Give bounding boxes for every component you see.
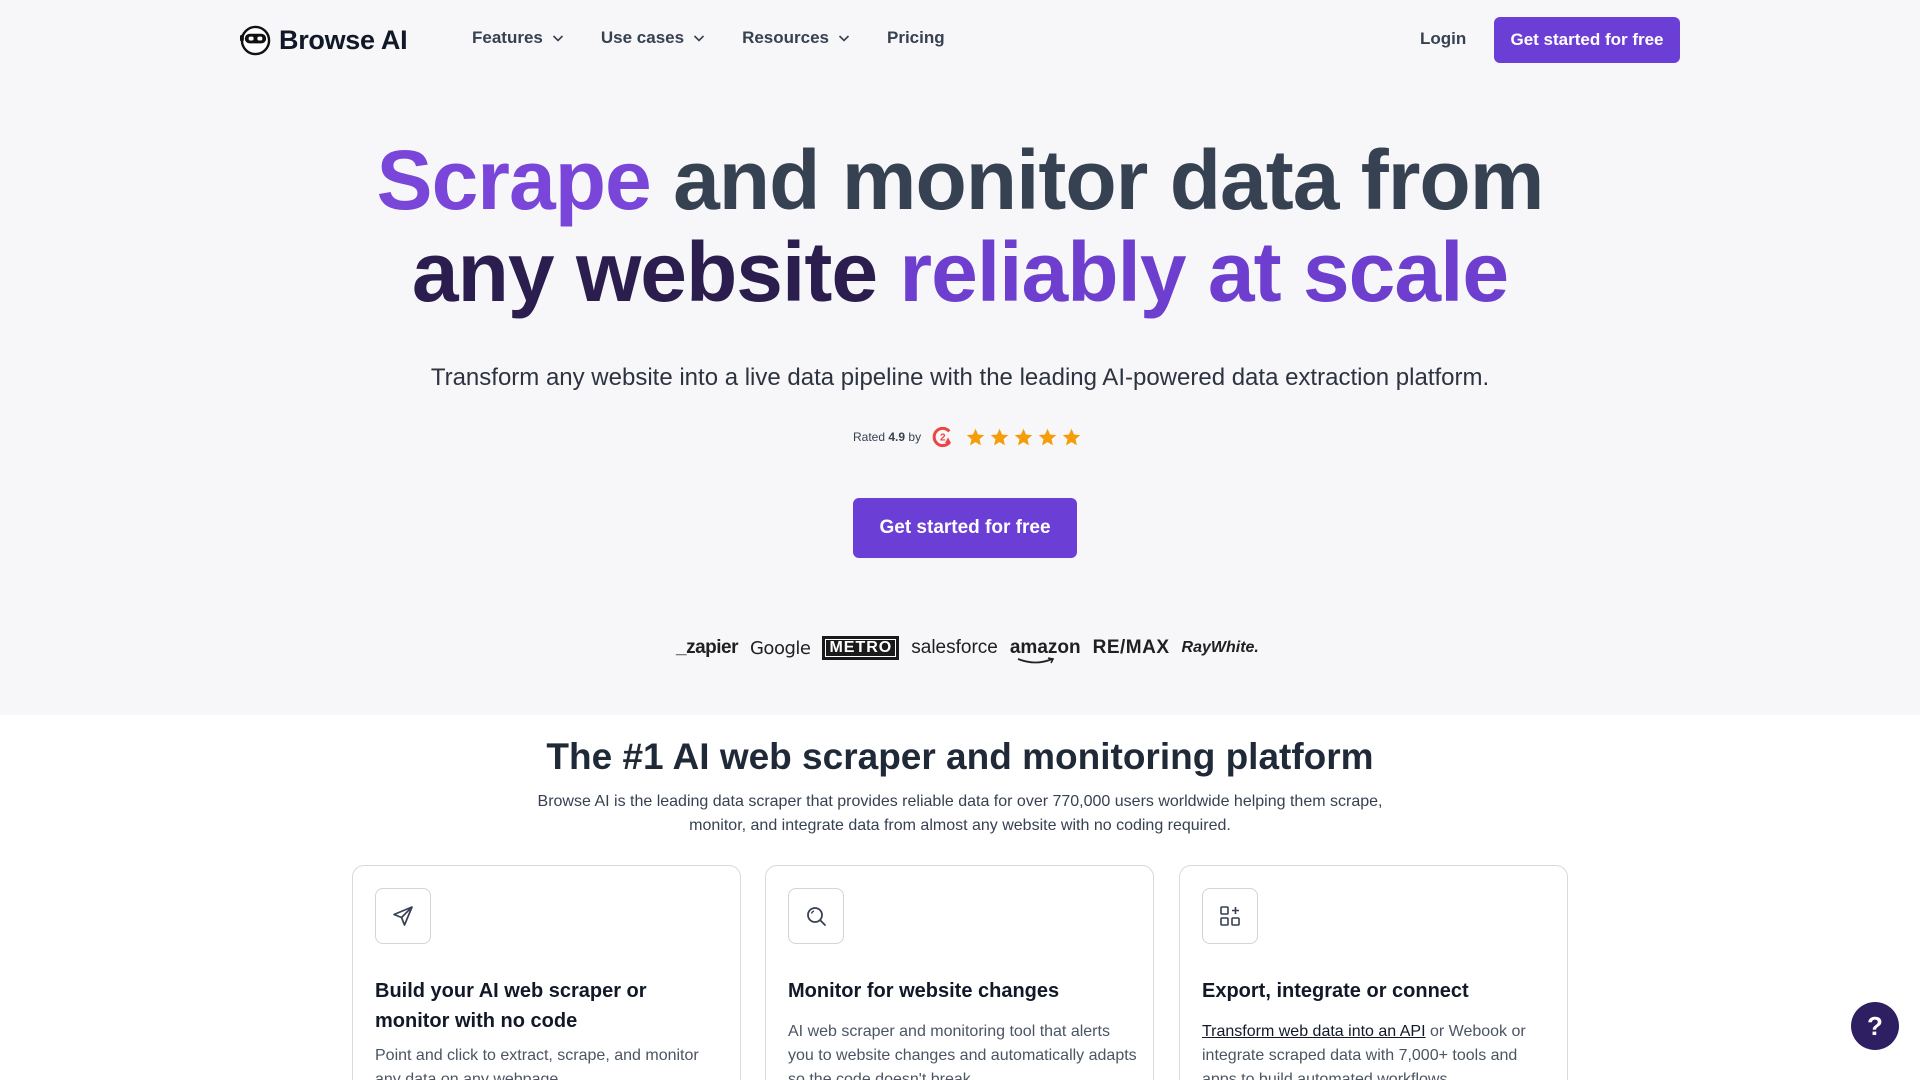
- card-body: Point and click to extract, scrape, and …: [375, 1047, 699, 1080]
- chevron-down-icon: [693, 35, 705, 42]
- svg-text:2: 2: [940, 433, 946, 444]
- top-navigation: Browse AI Features Use cases Resources P…: [0, 0, 1920, 80]
- chevron-down-icon: [552, 35, 563, 42]
- nav-item-label: Resources: [742, 28, 829, 47]
- section-title: The #1 AI web scraper and monitoring pla…: [546, 736, 1374, 777]
- customer-logos: _zapier Google METRO salesforce amazon R…: [676, 634, 1259, 664]
- remax-logo: RE/MAX: [1092, 637, 1170, 658]
- star-icon: [1062, 428, 1081, 445]
- star-rating: [965, 427, 1082, 448]
- card-icon-frame: [788, 888, 844, 944]
- salesforce-logo: salesforce: [911, 637, 998, 658]
- hero-headline: Scrape and monitor data from any website…: [0, 134, 1920, 318]
- login-link[interactable]: Login: [1420, 29, 1466, 49]
- amazon-smile-icon: [1017, 657, 1055, 664]
- card-title: Build your AI web scraper or monitor wit…: [375, 980, 647, 1032]
- integrate-icon: [1220, 906, 1240, 926]
- hero-subhead: Transform any website into a live data p…: [430, 364, 1490, 391]
- star-icon: [966, 428, 985, 445]
- g2-logo-icon: 2: [932, 426, 952, 448]
- card-icon-frame: [375, 888, 431, 944]
- headline-part-any-website: any website: [411, 225, 878, 319]
- g2-rating[interactable]: Rated 4.9 by 2: [853, 424, 1082, 450]
- zapier-logo: _zapier: [676, 637, 738, 658]
- robot-logo-icon: [240, 25, 271, 55]
- raywhite-logo: RayWhite.: [1181, 639, 1259, 656]
- nav-item-resources[interactable]: Resources: [742, 28, 851, 48]
- amazon-logo: amazon: [1010, 637, 1081, 664]
- send-icon: [393, 906, 413, 926]
- logo-text: Browse AI: [279, 24, 408, 55]
- star-icon: [1014, 428, 1033, 445]
- nav-item-label: Use cases: [600, 28, 685, 47]
- chevron-down-icon: [838, 35, 850, 42]
- headline-part-monitor: and monitor data from: [673, 133, 1544, 227]
- metro-logo: METRO: [822, 636, 900, 660]
- card-body: Transform web data into an API or Webook…: [1202, 1023, 1526, 1080]
- headline-part-scrape: Scrape: [376, 133, 652, 227]
- card-body: AI web scraper and monitoring tool that …: [788, 1023, 1137, 1080]
- api-link[interactable]: Transform web data into an API: [1202, 1023, 1426, 1040]
- hero-get-started-button[interactable]: Get started for free: [853, 498, 1077, 558]
- nav-item-label: Pricing: [887, 28, 945, 47]
- browse-ai-logo[interactable]: Browse AI: [240, 24, 408, 56]
- card-title: Export, integrate or connect: [1202, 980, 1469, 1002]
- feature-card-export[interactable]: Export, integrate or connect Transform w…: [1179, 865, 1568, 1080]
- hero-background: [0, 0, 1920, 715]
- feature-card-build[interactable]: Build your AI web scraper or monitor wit…: [352, 865, 741, 1080]
- nav-item-label: Features: [472, 28, 543, 47]
- nav-get-started-button[interactable]: Get started for free: [1494, 17, 1680, 63]
- nav-item-features[interactable]: Features: [472, 28, 565, 48]
- headline-part-reliably: reliably at scale: [899, 225, 1509, 319]
- search-icon: [807, 907, 826, 926]
- card-title: Monitor for website changes: [788, 980, 1060, 1002]
- section-description: Browse AI is the leading data scraper th…: [537, 793, 1383, 834]
- google-logo: Google: [749, 637, 811, 659]
- star-icon: [1038, 428, 1057, 445]
- star-icon: [990, 428, 1009, 445]
- feature-card-monitor[interactable]: Monitor for website changes AI web scrap…: [765, 865, 1154, 1080]
- nav-item-pricing[interactable]: Pricing: [887, 28, 945, 48]
- card-icon-frame: [1202, 888, 1258, 944]
- nav-menu: Features Use cases Resources Pricing: [472, 28, 945, 48]
- rating-text: Rated 4.9 by: [853, 430, 922, 444]
- help-button[interactable]: ?: [1851, 1002, 1899, 1050]
- nav-item-use-cases[interactable]: Use cases: [601, 28, 706, 48]
- rating-value: 4.9: [888, 430, 906, 444]
